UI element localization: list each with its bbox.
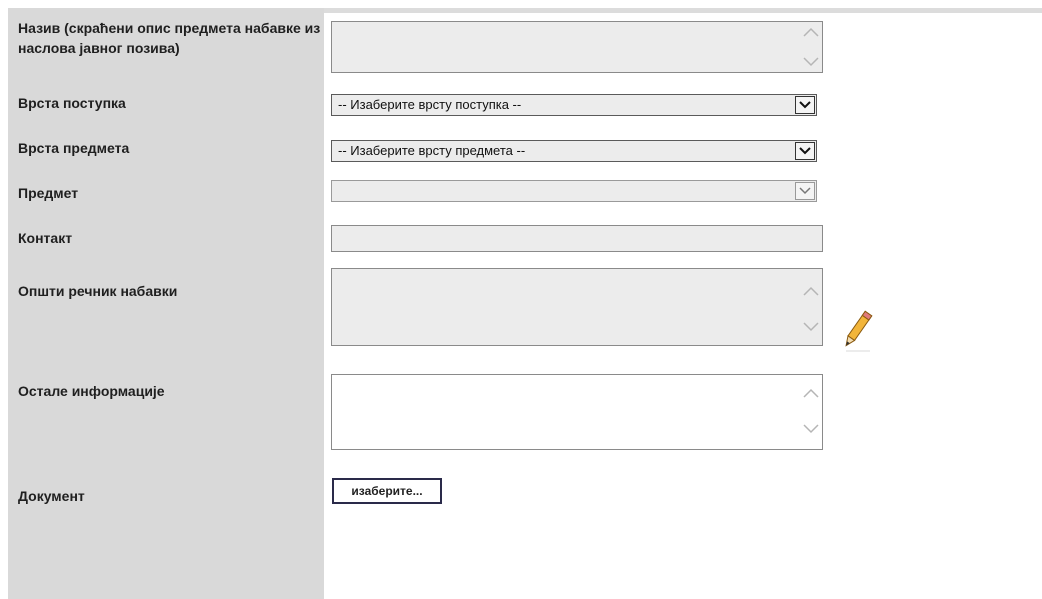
procedure-type-value: -- Изаберите врсту поступка -- [338,97,522,112]
procedure-type-select[interactable]: -- Изаберите врсту поступка -- [331,94,817,116]
other-info-textarea[interactable] [331,374,823,450]
subject-type-label: Врста предмета [18,140,130,156]
name-label: Назив (скраћени опис предмета набавке из… [18,20,321,56]
chevron-down-icon[interactable] [795,142,815,160]
chevron-down-icon[interactable] [802,423,820,435]
contact-input[interactable] [331,225,823,252]
textarea-scrollbar[interactable] [802,375,820,449]
subject-select[interactable] [331,180,817,202]
subject-type-select[interactable]: -- Изаберите врсту предмета -- [331,140,817,162]
contact-label: Контакт [18,230,73,246]
procedure-type-label: Врста поступка [18,95,126,111]
name-textarea[interactable] [331,21,823,73]
chevron-up-icon[interactable] [802,285,820,297]
textarea-scrollbar[interactable] [802,22,820,72]
document-label: Документ [18,488,85,504]
choose-file-button[interactable]: изаберите... [332,478,442,504]
subject-type-value: -- Изаберите врсту предмета -- [338,143,526,158]
cpv-label: Општи речник набавки [18,283,178,299]
chevron-down-icon[interactable] [802,321,820,333]
cpv-textarea[interactable] [331,268,823,346]
textarea-scrollbar[interactable] [802,269,820,345]
chevron-down-icon[interactable] [795,96,815,114]
other-info-label: Остале информације [18,383,165,399]
pencil-icon[interactable] [840,308,874,352]
chevron-down-icon[interactable] [795,182,815,200]
top-divider [324,8,1042,13]
chevron-down-icon[interactable] [802,56,820,68]
chevron-up-icon[interactable] [802,26,820,38]
chevron-up-icon[interactable] [802,387,820,399]
subject-label: Предмет [18,185,79,201]
